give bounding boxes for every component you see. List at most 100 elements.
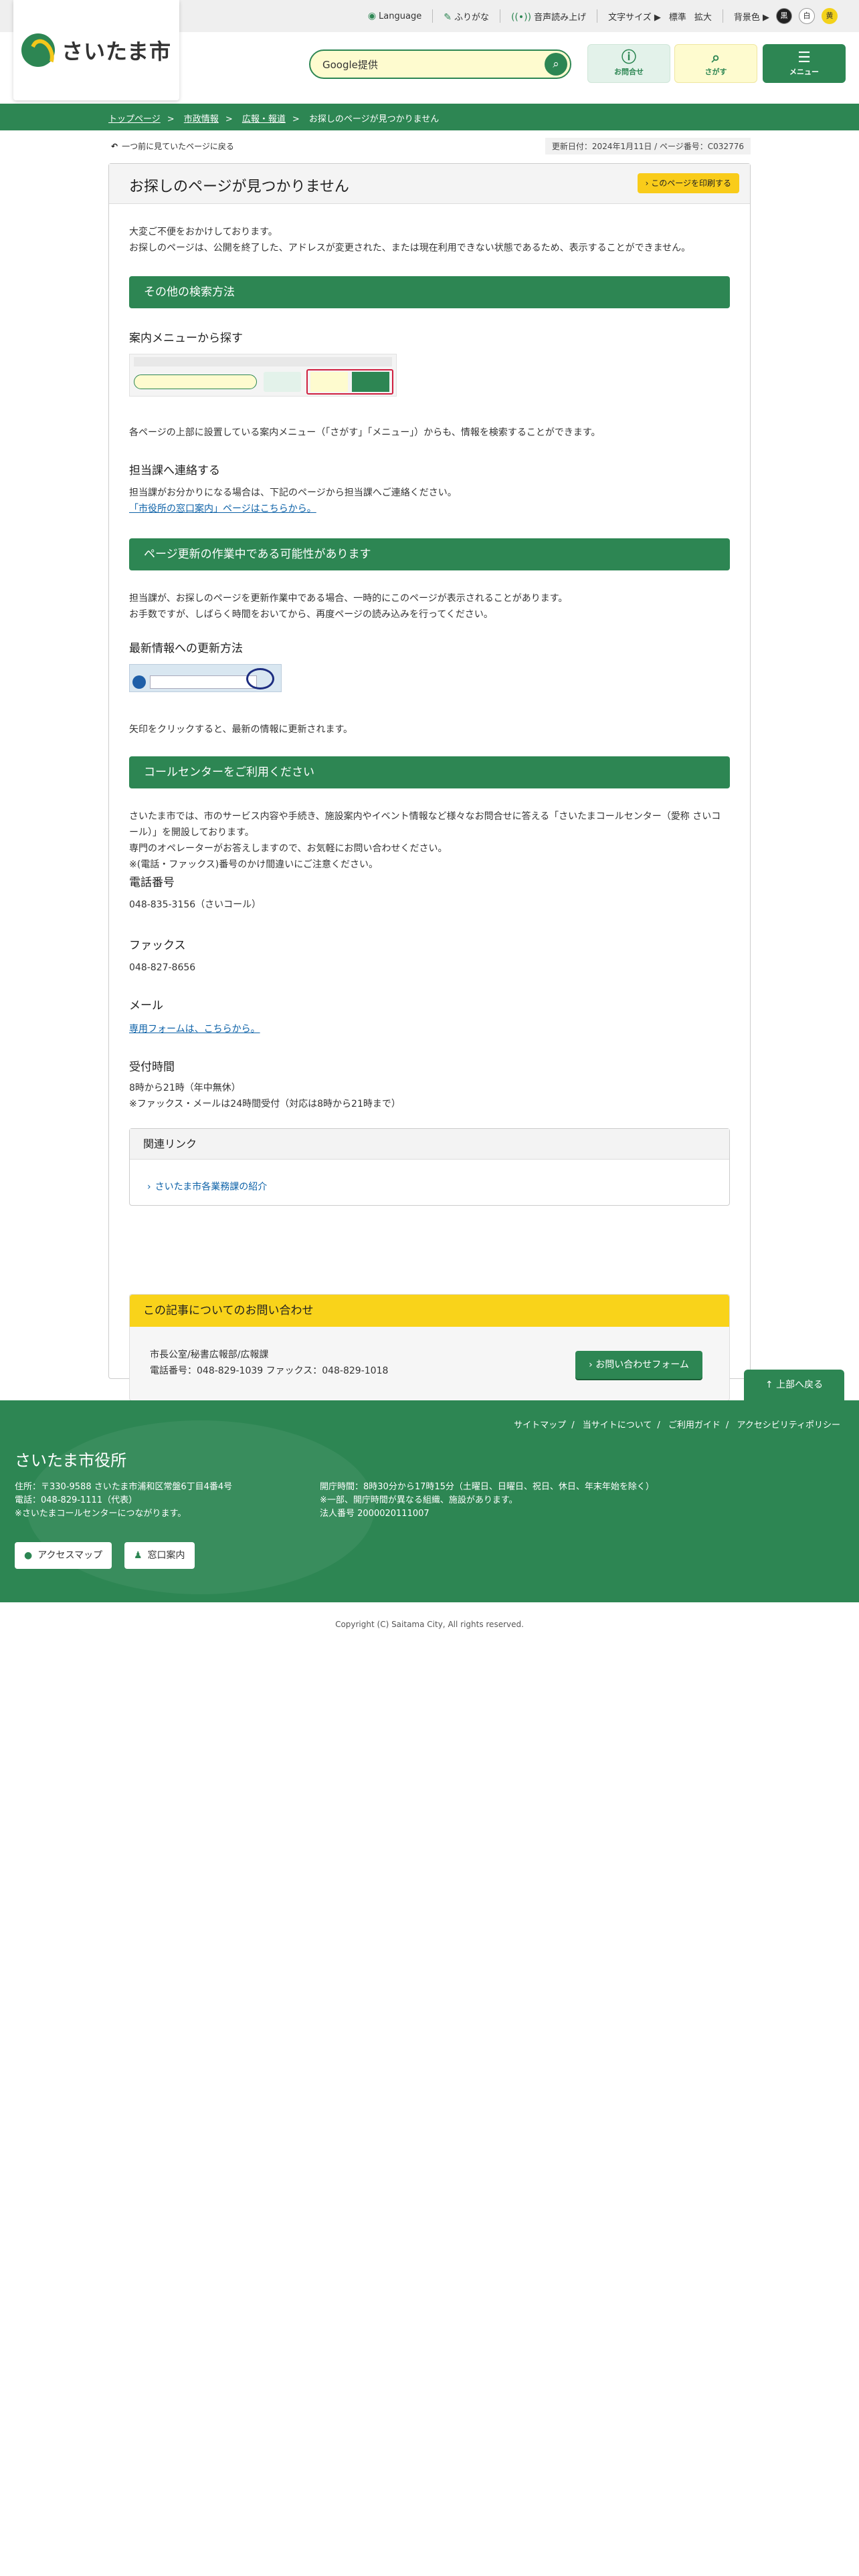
image-sagasu-box [310, 372, 348, 392]
page-header: お探しのページが見つかりません › このページを印刷する [109, 164, 750, 204]
hours-line: 8時から21時（年中無休） [129, 1083, 241, 1093]
intro-text: 大変ご不便をおかけしております。 お探しのページは、公開を終了した、アドレスが変… [129, 224, 690, 256]
mail-heading: メール [129, 999, 163, 1012]
breadcrumb-separator: > [167, 114, 175, 124]
section-heading-call-center: コールセンターをご利用ください [129, 756, 730, 788]
font-standard-button[interactable]: 標準 [669, 10, 686, 23]
call-center-text: さいたま市では、市のサービス内容や手続き、施設案内やイベント情報など様々なお問合… [129, 809, 730, 873]
breadcrumb-separator: > [225, 114, 233, 124]
footer-links: サイトマップ / 当サイトについて / ご利用ガイド / アクセシビリティポリシー [514, 1418, 840, 1430]
subheading-contact-dept: 担当課へ連絡する [129, 464, 220, 477]
image-address-bar [150, 675, 257, 689]
image-search-box [134, 374, 257, 389]
about-link[interactable]: 当サイトについて [583, 1420, 652, 1430]
city-emblem-icon [21, 33, 55, 67]
image-refresh-circle [246, 668, 274, 689]
speaker-icon: ((•)) [510, 11, 532, 23]
contact-label: お問合せ [614, 68, 644, 76]
search-icon: ⌕ [553, 58, 559, 71]
intro-line: お探しのページは、公開を終了した、アドレスが変更された、または現在利用できない状… [129, 243, 691, 253]
chevron-right-icon: › [147, 1182, 151, 1192]
map-pin-icon: ● [24, 1550, 33, 1561]
page-title: お探しのページが見つかりません [129, 179, 349, 195]
search-input[interactable]: Google提供 ⌕ [309, 49, 571, 79]
image-contact-box [264, 372, 301, 392]
fax-heading: ファックス [129, 939, 186, 952]
image-toolbar [134, 357, 392, 366]
related-links-heading: 関連リンク [130, 1129, 729, 1160]
hamburger-icon: ☰ [797, 49, 811, 66]
chevron-right-icon: › [645, 179, 649, 188]
site-header: さいたま市 Google提供 ⌕ ⓘ お問合せ ⌕ さがす ☰ メニュー [0, 0, 859, 104]
page-top-label: 上部へ戻る [776, 1380, 824, 1390]
hours-line: ※一部、開庁時間が異なる組織、施設があります。 [320, 1495, 518, 1505]
address-line: 住所：〒330-9588 さいたま市浦和区常盤6丁目4番4号 [15, 1482, 233, 1492]
updating-line: 担当課が、お探しのページを更新作業中である場合、一時的にこのページが表示されるこ… [129, 593, 568, 604]
refresh-guide-image [129, 664, 282, 692]
inquiry-form-button[interactable]: › お問い合わせフォーム [575, 1351, 702, 1379]
menu-guide-image [129, 354, 397, 397]
guide-link[interactable]: ご利用ガイド [668, 1420, 721, 1430]
back-link[interactable]: ↶ 一つ前に見ていたページに戻る [111, 140, 234, 152]
tel-number: 048-835-3156（さいコール） [129, 899, 262, 910]
furigana-link[interactable]: ✎ ふりがな [444, 10, 489, 23]
voice-label: 音声読み上げ [534, 12, 587, 23]
tel-heading: 電話番号 [129, 876, 175, 889]
menu-button[interactable]: ☰ メニュー [763, 44, 846, 83]
access-map-button[interactable]: ● アクセスマップ [15, 1542, 112, 1569]
person-icon: ♟ [134, 1550, 142, 1561]
breadcrumb-koho[interactable]: 広報・報道 [242, 114, 286, 124]
sitemap-link[interactable]: サイトマップ [514, 1420, 566, 1430]
updating-text: 担当課が、お探しのページを更新作業中である場合、一時的にこのページが表示されるこ… [129, 591, 567, 623]
divider: / [571, 1420, 575, 1430]
image-back-arrow [132, 675, 146, 689]
pencil-icon: ✎ [444, 11, 452, 23]
page-top-button[interactable]: ↑ 上部へ戻る [744, 1370, 844, 1400]
bg-color-label: 背景色 ▶ [733, 12, 769, 23]
update-info: 更新日付：2024年1月11日 / ページ番号：C032776 [545, 138, 751, 154]
call-center-line: 専門のオペレーターがお答えしますので、お気軽にお問い合わせください。 [129, 843, 448, 854]
refresh-caption: 矢印をクリックすると、最新の情報に更新されます。 [129, 724, 353, 735]
hours-heading: 受付時間 [129, 1061, 175, 1074]
hours-line: ※ファックス・メールは24時間受付（対応は8時から21時まで） [129, 1099, 401, 1109]
footer-address: 住所：〒330-9588 さいたま市浦和区常盤6丁目4番4号 電話：048-82… [15, 1481, 232, 1521]
divider: / [725, 1420, 729, 1430]
related-link-label: さいたま市各業務課の紹介 [155, 1182, 268, 1192]
related-link-item[interactable]: › さいたま市各業務課の紹介 [130, 1160, 729, 1193]
voice-link[interactable]: ((•)) 音声読み上げ [511, 10, 586, 23]
breadcrumb: トップページ > 市政情報 > 広報・報道 > お探しのページが見つかりません [108, 112, 439, 124]
window-guide-link[interactable]: 「市役所の窓口案内」ページはこちらから。 [129, 501, 316, 517]
site-logo[interactable]: さいたま市 [13, 0, 179, 100]
corporate-number: 法人番号 2000020111007 [320, 1509, 430, 1519]
accessibility-link[interactable]: アクセシビリティポリシー [737, 1420, 840, 1430]
inquiry-box: この記事についてのお問い合わせ 市長公室/秘書広報部/広報課 電話番号：048-… [129, 1294, 730, 1401]
section-heading-updating: ページ更新の作業中である可能性があります [129, 538, 730, 570]
bg-yellow-button[interactable]: 黄 [822, 8, 838, 24]
menu-guide-text: 各ページの上部に設置している案内メニュー（「さがす」「メニュー」）からも、情報を… [129, 427, 601, 438]
font-size-label: 文字サイズ ▶ [608, 12, 661, 23]
inquiry-form-label: お問い合わせフォーム [595, 1360, 689, 1370]
sagasu-button[interactable]: ⌕ さがす [674, 44, 757, 83]
search-button[interactable]: ⌕ [545, 53, 567, 76]
related-links-box: 関連リンク › さいたま市各業務課の紹介 [129, 1128, 730, 1206]
arrow-up-icon: ↑ [765, 1380, 773, 1390]
bg-black-button[interactable]: 黒 [776, 8, 792, 24]
breadcrumb-shisei[interactable]: 市政情報 [184, 114, 219, 124]
footer-title: さいたま市役所 [15, 1451, 127, 1470]
language-link[interactable]: ◉ Language [368, 11, 421, 21]
breadcrumb-bar: トップページ > 市政情報 > 広報・報道 > お探しのページが見つかりません [0, 104, 859, 130]
print-label: このページを印刷する [651, 179, 731, 188]
print-button[interactable]: › このページを印刷する [637, 173, 739, 193]
breadcrumb-separator: > [292, 114, 300, 124]
font-large-button[interactable]: 拡大 [694, 10, 712, 23]
breadcrumb-top[interactable]: トップページ [108, 114, 161, 124]
sagasu-label: さがす [704, 68, 727, 76]
menu-label: メニュー [789, 68, 819, 76]
footer-hours: 開庁時間：8時30分から17時15分（土曜日、日曜日、祝日、休日、年末年始を除く… [320, 1481, 654, 1521]
inquiry-phone: 電話番号：048-829-1039 ファックス：048-829-1018 [150, 1366, 389, 1376]
mail-form-link[interactable]: 専用フォームは、こちらから。 [129, 1021, 260, 1037]
counter-guide-button[interactable]: ♟ 窓口案内 [124, 1542, 195, 1569]
language-label: Language [379, 11, 422, 21]
contact-button[interactable]: ⓘ お問合せ [587, 44, 670, 83]
bg-white-button[interactable]: 白 [799, 8, 815, 24]
